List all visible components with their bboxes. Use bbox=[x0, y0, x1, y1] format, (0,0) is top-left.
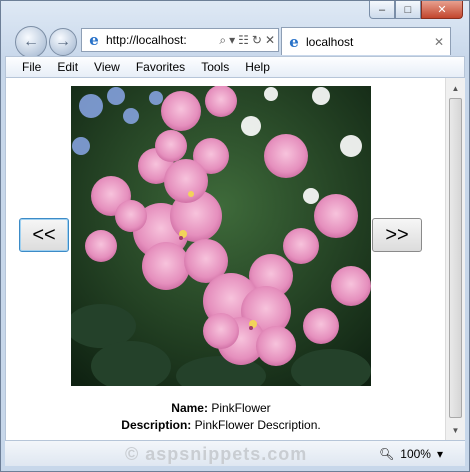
zoom-level: 100% bbox=[400, 447, 431, 461]
address-bar-icons: ⌕ ▾ ☷ ↻ ✕ bbox=[219, 33, 278, 48]
menu-view[interactable]: View bbox=[86, 60, 128, 74]
name-value: PinkFlower bbox=[211, 401, 271, 415]
menu-edit[interactable]: Edit bbox=[49, 60, 86, 74]
pink-flower-photo bbox=[71, 86, 371, 386]
menu-tools[interactable]: Tools bbox=[193, 60, 237, 74]
menu-favorites[interactable]: Favorites bbox=[128, 60, 193, 74]
search-icon[interactable]: ⌕ bbox=[219, 33, 226, 48]
vertical-scrollbar[interactable]: ▲ ▼ bbox=[445, 78, 465, 440]
maximize-button[interactable]: □ bbox=[395, 1, 421, 19]
tab-close-icon[interactable]: ✕ bbox=[432, 35, 446, 49]
previous-button[interactable]: << bbox=[19, 218, 69, 252]
browser-tab[interactable]: e localhost ✕ bbox=[281, 27, 451, 55]
close-button[interactable]: ✕ bbox=[421, 1, 463, 19]
address-url[interactable]: http://localhost: bbox=[106, 33, 219, 47]
ie-logo-icon: e bbox=[89, 31, 99, 49]
stop-icon[interactable]: ✕ bbox=[265, 33, 275, 48]
status-bar: © aspsnippets.com 🔍︎ 100% ▾ bbox=[5, 440, 465, 466]
flower-image bbox=[71, 86, 371, 386]
dropdown-icon[interactable]: ▾ bbox=[229, 33, 235, 48]
title-controls: – □ ✕ bbox=[369, 1, 463, 19]
description-value: PinkFlower Description. bbox=[194, 418, 321, 432]
menu-file[interactable]: File bbox=[14, 60, 49, 74]
arrow-right-icon: → bbox=[55, 33, 71, 50]
tab-ie-icon: e bbox=[289, 32, 299, 51]
scrollbar-thumb[interactable] bbox=[449, 98, 462, 418]
name-label: Name: bbox=[171, 401, 208, 415]
address-bar[interactable]: e http://localhost: ⌕ ▾ ☷ ↻ ✕ bbox=[81, 28, 279, 52]
back-button[interactable]: ← bbox=[15, 26, 47, 58]
scroll-down-icon[interactable]: ▼ bbox=[446, 422, 465, 438]
forward-button[interactable]: → bbox=[49, 28, 77, 56]
zoom-control[interactable]: 🔍︎ 100% ▾ bbox=[379, 447, 443, 461]
browser-window: – □ ✕ ← → e http://localhost: ⌕ ▾ ☷ ↻ ✕ … bbox=[0, 0, 470, 472]
description-caption: Description: PinkFlower Description. bbox=[6, 418, 436, 432]
page-content: << >> Name: PinkFlower Description: Pink… bbox=[5, 78, 445, 440]
next-button[interactable]: >> bbox=[372, 218, 422, 252]
refresh-icon[interactable]: ↻ bbox=[252, 33, 262, 48]
menu-bar: File Edit View Favorites Tools Help bbox=[5, 56, 465, 78]
description-label: Description: bbox=[121, 418, 192, 432]
menu-help[interactable]: Help bbox=[237, 60, 278, 74]
scroll-up-icon[interactable]: ▲ bbox=[446, 80, 465, 96]
arrow-left-icon: ← bbox=[23, 33, 39, 50]
name-caption: Name: PinkFlower bbox=[6, 401, 436, 415]
zoom-dropdown-icon[interactable]: ▾ bbox=[437, 447, 443, 461]
watermark-text: © aspsnippets.com bbox=[125, 444, 308, 464]
zoom-icon: 🔍︎ bbox=[379, 447, 395, 461]
compatibility-view-icon[interactable]: ☷ bbox=[238, 33, 249, 48]
minimize-button[interactable]: – bbox=[369, 1, 395, 19]
tab-title: localhost bbox=[306, 34, 354, 49]
